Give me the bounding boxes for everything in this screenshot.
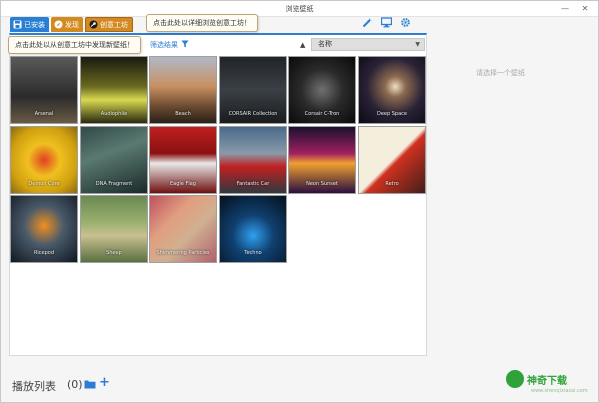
sort-selected-value: 名称 (318, 40, 332, 48)
watermark: 神奇下载 (506, 370, 567, 388)
tab-discover[interactable]: 发现 (51, 17, 83, 32)
wallpaper-title: Retro (385, 181, 399, 187)
gear-icon[interactable] (400, 17, 411, 28)
preview-placeholder: 请选择一个壁纸 (476, 69, 525, 77)
wallpaper-title: Sheep (106, 250, 122, 256)
tab-bar: 已安装 发现 创意工坊 (10, 17, 133, 32)
wallpaper-thumbnail[interactable]: Shimmering Particles (149, 195, 217, 263)
wallpaper-thumbnail[interactable]: Sheep (80, 195, 148, 263)
wallpaper-thumbnail[interactable]: Arsenal (10, 56, 78, 124)
wallpaper-thumbnail[interactable]: Corsair C-Tron (288, 56, 356, 124)
wallpaper-title: Beach (175, 111, 191, 117)
save-icon (13, 20, 22, 29)
wallpaper-thumbnail[interactable]: Techno (219, 195, 287, 263)
tooltip-workshop-details: 点击此处以详细浏览创意工坊！ (146, 14, 258, 32)
minimize-button[interactable]: — (559, 3, 571, 14)
tab-installed-label: 已安装 (24, 20, 45, 29)
wallpaper-title: Fantastic Car (236, 181, 270, 187)
playlist-bar: 播放列表 (0) + (1, 370, 429, 400)
tab-workshop[interactable]: 创意工坊 (85, 17, 133, 32)
wand-icon[interactable] (362, 17, 373, 28)
wallpaper-title: Deep Space (376, 111, 407, 117)
wallpaper-thumbnail[interactable]: Neon Sunset (288, 126, 356, 194)
playlist-label: 播放列表 (12, 380, 56, 393)
window-title: 浏览壁纸 (285, 5, 314, 13)
filter-results-link[interactable]: 筛选结果 (150, 40, 189, 50)
toolbar (362, 17, 411, 28)
close-button[interactable]: ✕ (579, 3, 591, 14)
sort-direction-toggle[interactable]: ▲ (300, 41, 305, 49)
chevron-down-icon: ▼ (415, 41, 420, 48)
wallpaper-title: Neon Sunset (306, 181, 338, 187)
wallpaper-thumbnail[interactable]: Ricepod (10, 195, 78, 263)
wallpaper-title: Shimmering Particles (156, 250, 210, 256)
preview-panel (428, 33, 597, 388)
steam-icon (89, 20, 98, 29)
wallpaper-title: CORSAIR Collection (228, 111, 278, 117)
wallpaper-thumbnail[interactable]: DNA Fragment (80, 126, 148, 194)
wallpaper-thumbnail[interactable]: Retro (358, 126, 426, 194)
add-playlist-button[interactable]: + (99, 375, 110, 390)
watermark-logo-icon (506, 370, 524, 388)
wallpaper-title: DNA Fragment (95, 181, 133, 187)
playlist-count: (0) (67, 378, 83, 391)
wallpaper-title: Eagle Flag (170, 181, 196, 187)
tab-workshop-label: 创意工坊 (100, 20, 128, 29)
filter-label: 筛选结果 (150, 41, 178, 49)
wallpaper-thumbnail[interactable]: CORSAIR Collection (219, 56, 287, 124)
wallpaper-thumbnail[interactable]: Audiophile (80, 56, 148, 124)
wallpaper-title: Corsair C-Tron (304, 111, 340, 117)
wallpaper-title: Ricepod (33, 250, 55, 256)
wallpaper-thumbnail[interactable]: Beach (149, 56, 217, 124)
wallpaper-thumbnail[interactable]: Deep Space (358, 56, 426, 124)
watermark-text: 神奇下载 (527, 375, 567, 387)
tab-discover-label: 发现 (65, 20, 79, 29)
wallpaper-thumbnail[interactable]: Eagle Flag (149, 126, 217, 194)
wallpaper-title: Demon Core (28, 181, 60, 187)
wallpaper-thumbnail[interactable]: Fantastic Car (219, 126, 287, 194)
compass-icon (54, 20, 63, 29)
tooltip-discover-wallpapers: 点击此处以从创意工坊中发现新壁纸！ (8, 36, 141, 54)
open-folder-icon[interactable] (84, 379, 96, 389)
wallpaper-title: Techno (244, 250, 262, 256)
sort-by-select[interactable]: 名称 ▼ (311, 38, 425, 51)
wallpaper-thumbnail[interactable]: Demon Core (10, 126, 78, 194)
wallpaper-title: Audiophile (100, 111, 128, 117)
watermark-url: www.shenqixiazai.com (531, 388, 588, 394)
wallpaper-title: Arsenal (34, 111, 54, 117)
title-bar: 浏览壁纸 — ✕ (1, 1, 598, 17)
monitor-icon[interactable] (380, 17, 393, 28)
filter-icon (181, 40, 189, 50)
tab-installed[interactable]: 已安装 (10, 17, 49, 32)
